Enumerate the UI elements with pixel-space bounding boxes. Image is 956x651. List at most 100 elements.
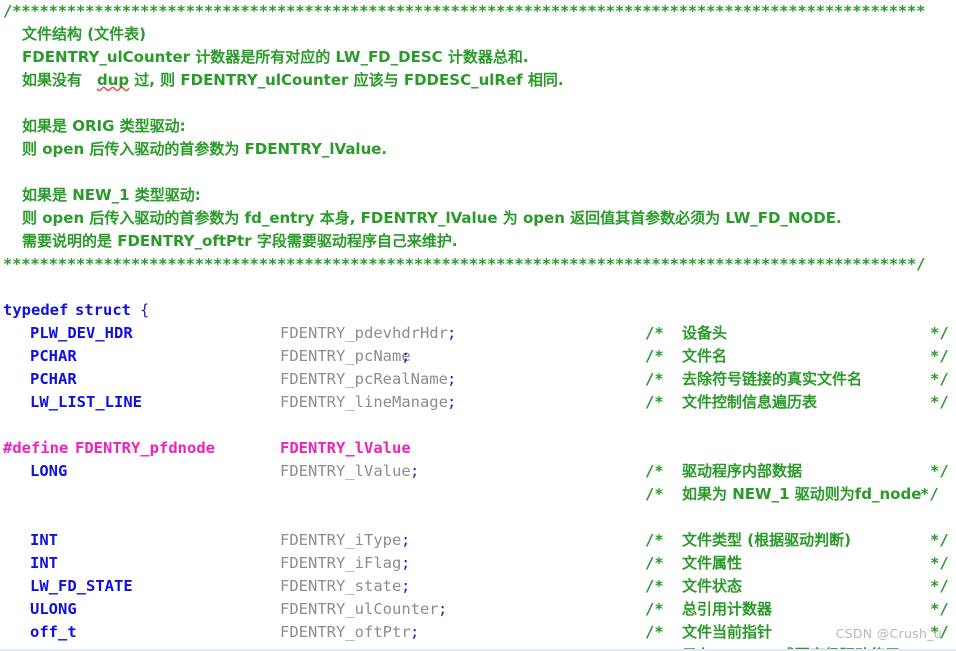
comment-open: /*	[645, 485, 664, 503]
field-comment: 文件类型 (根据驱动判断)	[682, 531, 851, 549]
comment-text-orig-detail: 则 open 后传入驱动的首参数为 FDENTRY_lValue.	[22, 140, 388, 158]
field-type: INT	[30, 554, 58, 572]
comment-banner-close: ****************************************…	[3, 255, 926, 273]
comment-line-new1-title: 如果是 NEW_1 类型驱动:	[0, 184, 956, 207]
comment-text-new1-title: 如果是 NEW_1 类型驱动:	[22, 186, 201, 204]
define-directive: #define	[3, 439, 69, 457]
field-name: FDENTRY_pdevhdrHdr	[280, 324, 448, 342]
comment-close: */	[930, 370, 949, 388]
comment-line-dup: 如果没有 dup 过, 则 FDENTRY_ulCounter 应该与 FDDE…	[0, 69, 956, 92]
field-comment: 文件属性	[682, 554, 743, 572]
field-comment: 文件控制信息遍历表	[682, 393, 818, 411]
field-type: LW_FD_STATE	[30, 577, 133, 595]
field-semicolon: ;	[401, 577, 411, 595]
struct-field-row: INT FDENTRY_iFlag; /* 文件属性 */	[0, 552, 956, 575]
comment-banner-open-line: /***************************************…	[0, 0, 956, 23]
field-type: off_t	[30, 623, 77, 641]
struct-keyword: struct	[75, 301, 131, 319]
comment-close: */	[930, 393, 949, 411]
comment-open: /*	[645, 644, 664, 649]
comment-text-orig-title: 如果是 ORIG 类型驱动:	[22, 117, 186, 135]
field-type: LONG	[30, 462, 68, 480]
struct-field-row: PCHAR FDENTRY_pcRealName; /* 去除符号链接的真实文件…	[0, 368, 956, 391]
define-directive-line: #define FDENTRY_pfdnode FDENTRY_lValue	[0, 437, 956, 460]
field-semicolon: ;	[410, 462, 420, 480]
comment-line-new1-detail: 则 open 后传入驱动的首参数为 fd_entry 本身, FDENTRY_l…	[0, 207, 956, 230]
define-macro-value: FDENTRY_lValue	[280, 439, 411, 457]
field-name: FDENTRY_pcName	[280, 347, 411, 365]
field-semicolon: ;	[410, 623, 420, 641]
comment-close: */	[920, 485, 939, 503]
comment-banner-close-line: ****************************************…	[0, 253, 956, 276]
comment-line-oftptr-note: 需要说明的是 FDENTRY_oftPtr 字段需要驱动程序自己来维护.	[0, 230, 956, 253]
comment-open: /*	[645, 462, 664, 480]
field-semicolon: ;	[438, 600, 448, 618]
comment-text-dup-prefix: 如果没有	[22, 71, 88, 89]
csdn-watermark: CSDN @Crush_u	[835, 626, 942, 641]
standalone-comment-text: 只有 NEW_1 或更高级驱动使用	[682, 644, 900, 649]
field-comment: 去除符号链接的真实文件名	[682, 370, 863, 388]
field-name: FDENTRY_ulCounter	[280, 600, 439, 618]
struct-field-row: PCHAR FDENTRY_pcName; /* 文件名 */	[0, 345, 956, 368]
comment-text-title: 文件结构 (文件表)	[22, 25, 146, 43]
field-semicolon: ;	[447, 324, 457, 342]
field-name: FDENTRY_state	[280, 577, 402, 595]
field-type: PCHAR	[30, 347, 77, 365]
field-name: FDENTRY_lValue	[280, 462, 411, 480]
define-macro-name: FDENTRY_pfdnode	[75, 439, 215, 457]
struct-field-row: off_t FDENTRY_oftPtr; /* 文件当前指针 */	[0, 621, 956, 644]
struct-field-row: INT FDENTRY_iType; /* 文件类型 (根据驱动判断) */	[0, 529, 956, 552]
struct-field-row: ULONG FDENTRY_ulCounter; /* 总引用计数器 */	[0, 598, 956, 621]
field-comment: 文件名	[682, 347, 728, 365]
field-type: LW_LIST_LINE	[30, 393, 142, 411]
field-name: FDENTRY_iFlag	[280, 554, 402, 572]
comment-close: */	[930, 347, 949, 365]
field-semicolon: ;	[401, 347, 411, 365]
comment-text-counter: FDENTRY_ulCounter 计数器是所有对应的 LW_FD_DESC 计…	[22, 48, 529, 66]
struct-field-row: LW_FD_STATE FDENTRY_state; /* 文件状态 */	[0, 575, 956, 598]
struct-open-brace: {	[140, 301, 150, 319]
comment-open: /*	[645, 393, 664, 411]
field-name: FDENTRY_iType	[280, 531, 402, 549]
typedef-keyword: typedef	[3, 301, 69, 319]
field-semicolon: ;	[401, 554, 411, 572]
comment-line-counter: FDENTRY_ulCounter 计数器是所有对应的 LW_FD_DESC 计…	[0, 46, 956, 69]
comment-close: */	[930, 462, 949, 480]
comment-close: */	[930, 600, 949, 618]
standalone-comment-text: 如果为 NEW_1 驱动则为fd_node	[682, 485, 922, 503]
comment-text-new1-detail: 则 open 后传入驱动的首参数为 fd_entry 本身, FDENTRY_l…	[22, 209, 842, 227]
field-name: FDENTRY_oftPtr	[280, 623, 411, 641]
field-type: PCHAR	[30, 370, 77, 388]
comment-close: */	[930, 644, 949, 649]
comment-line-orig-detail: 则 open 后传入驱动的首参数为 FDENTRY_lValue.	[0, 138, 956, 161]
field-name: FDENTRY_pcRealName	[280, 370, 448, 388]
comment-open: /*	[645, 370, 664, 388]
comment-close: */	[930, 324, 949, 342]
field-comment: 驱动程序内部数据	[682, 462, 803, 480]
comment-open: /*	[645, 600, 664, 618]
comment-close: */	[930, 577, 949, 595]
comment-banner-open: /***************************************…	[3, 2, 926, 20]
standalone-comment-row: /* 如果为 NEW_1 驱动则为fd_node */	[0, 483, 956, 506]
struct-field-row: LONG FDENTRY_lValue; /* 驱动程序内部数据 */	[0, 460, 956, 483]
field-comment: 设备头	[682, 324, 728, 342]
struct-open-line: typedef struct {	[0, 299, 956, 322]
standalone-comment-row: /* 只有 NEW_1 或更高级驱动使用 */	[0, 644, 956, 649]
comment-text-oftptr-note: 需要说明的是 FDENTRY_oftPtr 字段需要驱动程序自己来维护.	[22, 232, 458, 250]
comment-close: */	[930, 554, 949, 572]
comment-line-title: 文件结构 (文件表)	[0, 23, 956, 46]
field-type: INT	[30, 531, 58, 549]
field-type: ULONG	[30, 600, 77, 618]
comment-line-orig-title: 如果是 ORIG 类型驱动:	[0, 115, 956, 138]
struct-field-row: PLW_DEV_HDR FDENTRY_pdevhdrHdr; /* 设备头 *…	[0, 322, 956, 345]
code-editor-viewport[interactable]: /* **************************************…	[0, 0, 956, 651]
comment-open: /*	[645, 531, 664, 549]
struct-field-row: LW_LIST_LINE FDENTRY_lineManage; /* 文件控制…	[0, 391, 956, 414]
field-semicolon: ;	[447, 370, 457, 388]
comment-open: /*	[645, 324, 664, 342]
comment-open: /*	[645, 554, 664, 572]
